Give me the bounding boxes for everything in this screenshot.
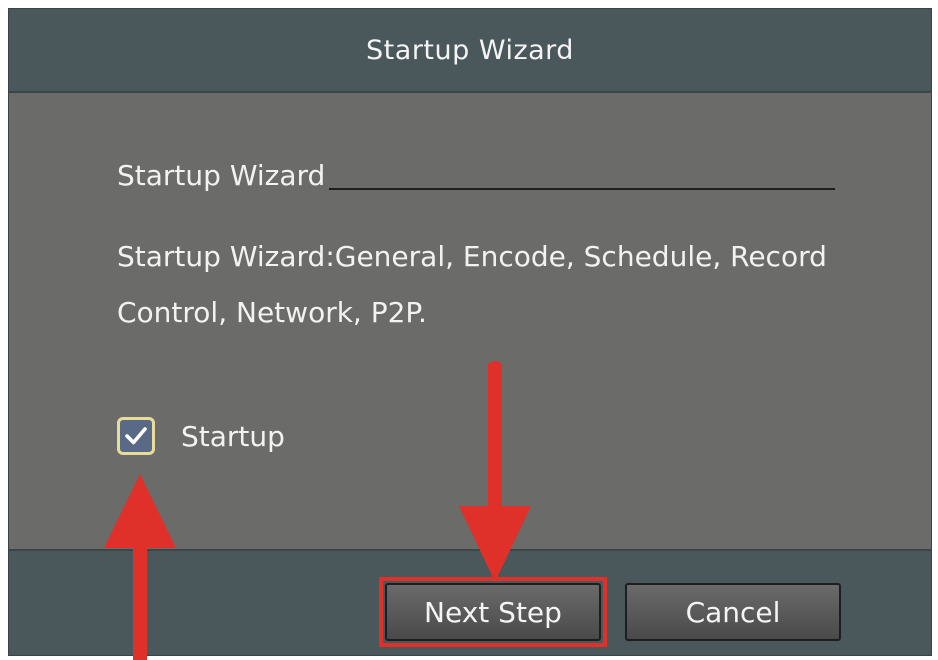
startup-checkbox-label[interactable]: Startup [181, 420, 285, 453]
checkmark-icon [125, 427, 147, 445]
startup-wizard-dialog: Startup Wizard Startup Wizard Startup Wi… [8, 8, 932, 656]
dialog-title: Startup Wizard [366, 34, 574, 66]
startup-option[interactable]: Startup [117, 417, 285, 455]
dialog-footer: Next Step Cancel [9, 549, 931, 655]
cancel-button[interactable]: Cancel [625, 583, 841, 641]
wizard-description: Startup Wizard:General, Encode, Schedule… [117, 240, 827, 329]
startup-checkbox[interactable] [117, 417, 155, 455]
title-bar: Startup Wizard [9, 9, 931, 93]
next-step-button[interactable]: Next Step [385, 583, 601, 641]
section-header: Startup Wizard [117, 159, 836, 193]
section-title: Startup Wizard [117, 159, 326, 192]
section-divider [329, 188, 836, 190]
